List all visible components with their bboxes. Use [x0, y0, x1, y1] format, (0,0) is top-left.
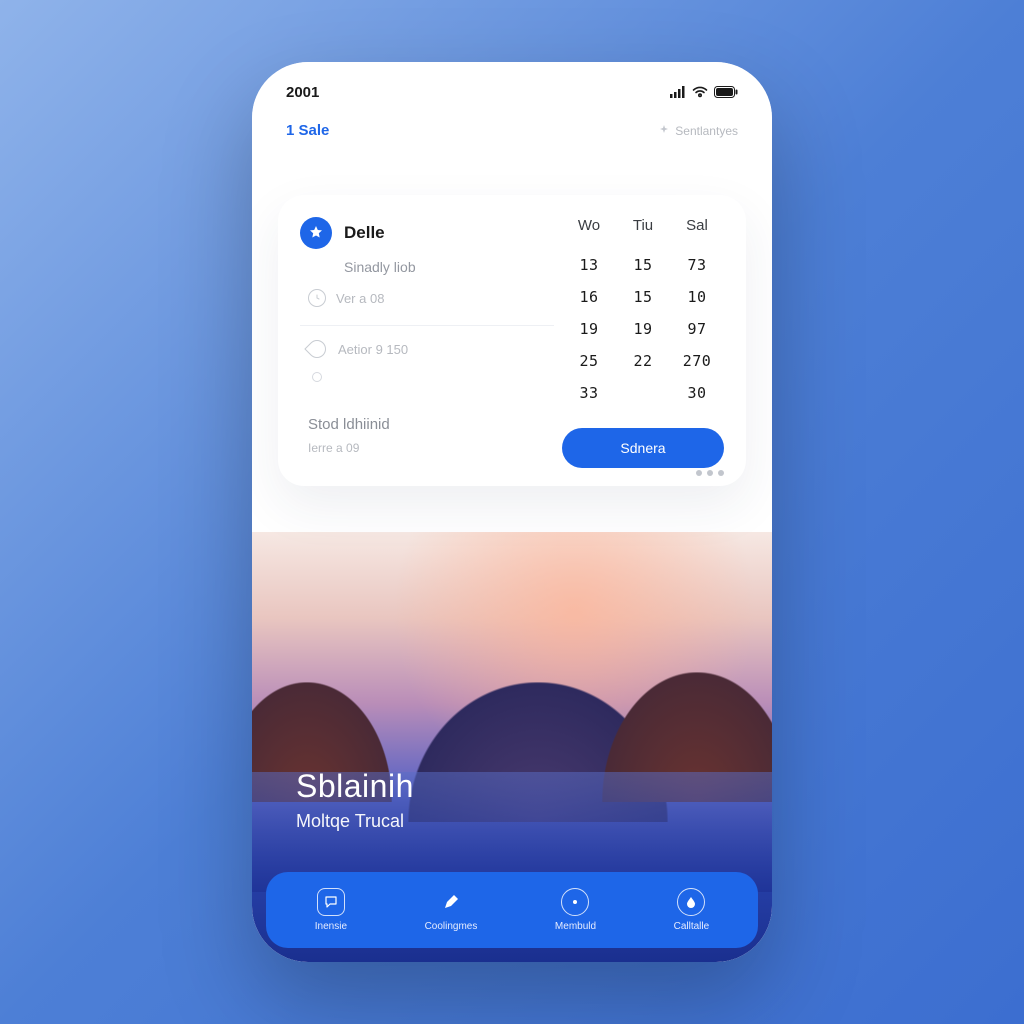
card-ver-row: Ver a 08: [308, 289, 554, 307]
nav-item-1[interactable]: Coolingmes: [425, 888, 478, 932]
cal-cell[interactable]: 16: [562, 288, 616, 306]
pagination-dots[interactable]: [696, 470, 724, 476]
status-time: 2001: [286, 84, 319, 101]
card-stod-sub: Ierre a 09: [308, 441, 554, 455]
cal-head-0: Wo: [562, 217, 616, 234]
header-left-label[interactable]: 1 Sale: [286, 122, 329, 139]
cal-cell[interactable]: 15: [616, 288, 670, 306]
cal-cell[interactable]: 15: [616, 256, 670, 274]
scenic-subtitle: Moltqe Trucal: [296, 811, 414, 832]
cal-cell[interactable]: 97: [670, 320, 724, 338]
cal-cell[interactable]: 73: [670, 256, 724, 274]
pencil-icon: [437, 888, 465, 916]
card-title: Delle: [344, 223, 385, 243]
nav-item-3[interactable]: Calltalle: [674, 888, 710, 932]
sparkle-icon: [658, 125, 670, 137]
battery-icon: [714, 86, 738, 98]
cal-cell[interactable]: 30: [670, 384, 724, 402]
cal-cell[interactable]: 19: [562, 320, 616, 338]
nav-label: Coolingmes: [425, 921, 478, 932]
page-header: 1 Sale Sentlantyes: [252, 108, 772, 139]
scenic-title: Sblainih: [296, 768, 414, 805]
card-stod-title: Stod ldhiinid: [308, 416, 554, 433]
calendar-grid: Wo Tiu Sal 13 15 73 16 15 10 19 19 9: [562, 217, 724, 468]
cal-cell[interactable]: 270: [670, 352, 724, 370]
card-subtitle: Sinadly liob: [344, 259, 554, 275]
status-indicators: [670, 86, 738, 98]
header-right[interactable]: Sentlantyes: [658, 124, 738, 138]
header-right-label: Sentlantyes: [675, 124, 738, 138]
cal-cell[interactable]: 22: [616, 352, 670, 370]
small-circle-icon: [312, 372, 322, 382]
dot-icon: [696, 470, 702, 476]
bottom-nav: Inensie Coolingmes Membuld Calltalle: [266, 872, 758, 948]
loop-icon: [304, 336, 329, 361]
cal-cell[interactable]: 33: [562, 384, 616, 402]
nav-item-2[interactable]: Membuld: [555, 888, 596, 932]
divider: [300, 325, 554, 326]
cal-head-2: Sal: [670, 217, 724, 234]
dot-icon: [707, 470, 713, 476]
clock-icon: [308, 289, 326, 307]
cal-cell[interactable]: 10: [670, 288, 724, 306]
schedule-card: Delle Sinadly liob Ver a 08 Aetior 9 150…: [278, 195, 746, 486]
phone-frame: 2001 1 Sale Sentlantyes Delle Sinadly l: [252, 62, 772, 962]
cal-head-1: Tiu: [616, 217, 670, 234]
scenic-heading: Sblainih Moltqe Trucal: [296, 768, 414, 832]
wifi-icon: [692, 86, 708, 98]
cal-cell[interactable]: 19: [616, 320, 670, 338]
nav-item-0[interactable]: Inensie: [315, 888, 347, 932]
nav-label: Calltalle: [674, 921, 710, 932]
card-aetior-row: Aetior 9 150: [300, 340, 554, 358]
cellular-icon: [670, 86, 686, 98]
cal-cell[interactable]: [616, 384, 670, 402]
card-ver-label: Ver a 08: [336, 291, 384, 306]
chat-icon: [317, 888, 345, 916]
star-badge-icon: [300, 217, 332, 249]
nav-label: Membuld: [555, 921, 596, 932]
drop-icon: [677, 888, 705, 916]
cal-cell[interactable]: 25: [562, 352, 616, 370]
nav-label: Inensie: [315, 921, 347, 932]
dot-icon: [718, 470, 724, 476]
cal-cell[interactable]: 13: [562, 256, 616, 274]
info-icon: [561, 888, 589, 916]
card-aetior-label: Aetior 9 150: [338, 342, 408, 357]
primary-action-button[interactable]: Sdnera: [562, 428, 724, 468]
status-bar: 2001: [252, 62, 772, 108]
